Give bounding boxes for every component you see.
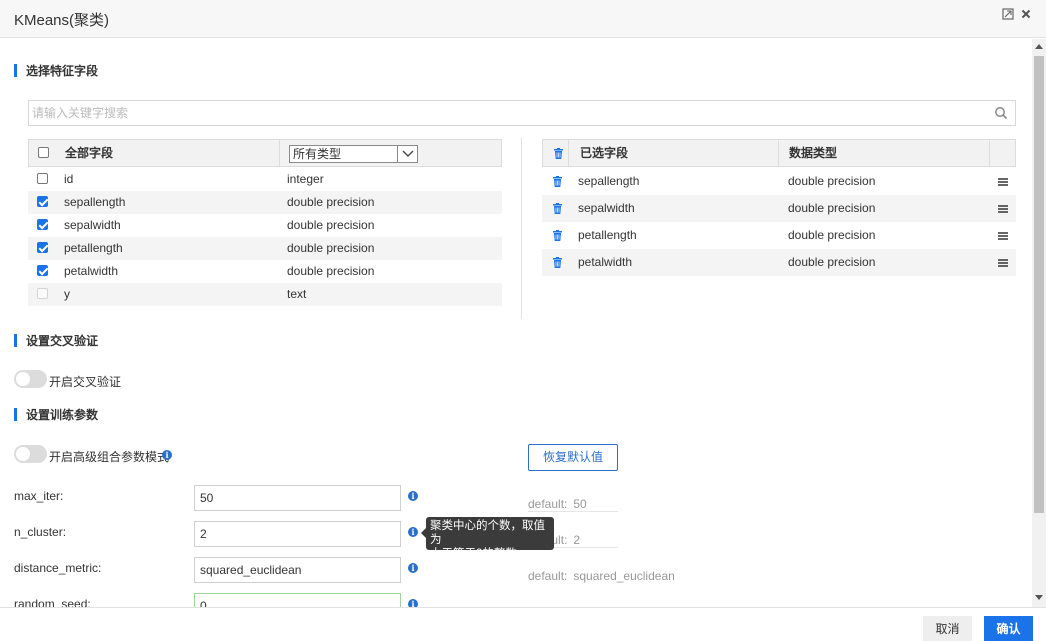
section-title-features: 选择特征字段: [14, 64, 98, 78]
field-checkbox-id[interactable]: [37, 173, 48, 184]
field-name: sepalwidth: [64, 218, 121, 232]
selected-row-sepallength: sepallength double precision: [542, 168, 1016, 195]
selected-row-petallength: petallength double precision: [542, 222, 1016, 249]
drag-handle-icon[interactable]: [998, 205, 1008, 213]
n-cluster-tooltip: 聚类中心的个数，取值为 大于等于2的整数: [421, 517, 554, 560]
scrollbar-thumb[interactable]: [1034, 56, 1044, 513]
field-type: integer: [287, 172, 324, 186]
field-name: id: [64, 172, 74, 186]
trash-icon[interactable]: [553, 257, 562, 268]
field-checkbox-petalwidth[interactable]: [37, 265, 48, 276]
field-name: petallength: [64, 241, 123, 255]
field-type: double precision: [287, 218, 375, 232]
selected-field-name: petalwidth: [578, 255, 633, 269]
field-name: y: [64, 287, 70, 301]
field-row-petalwidth[interactable]: petalwidth double precision: [28, 260, 502, 283]
field-type: double precision: [287, 195, 375, 209]
section-title-cv: 设置交叉验证: [14, 334, 98, 348]
selected-field-name: petallength: [578, 228, 637, 242]
maximize-icon[interactable]: [1001, 8, 1015, 22]
dialog-footer: 取消 确认: [0, 607, 1046, 641]
cv-toggle[interactable]: [14, 370, 47, 388]
n-cluster-input[interactable]: [194, 521, 401, 547]
distance-metric-input[interactable]: [194, 557, 401, 583]
select-all-checkbox[interactable]: [38, 147, 49, 158]
info-icon[interactable]: i: [408, 491, 418, 501]
field-name: sepallength: [64, 195, 126, 209]
table-divider: [521, 138, 522, 319]
default-max-iter: default: 50: [528, 497, 587, 511]
field-type: double precision: [287, 264, 375, 278]
scroll-up-icon[interactable]: [1035, 44, 1043, 49]
param-label-max-iter: max_iter:: [14, 489, 64, 503]
drag-handle-icon[interactable]: [998, 178, 1008, 186]
field-checkbox-petallength[interactable]: [37, 242, 48, 253]
selected-row-petalwidth: petalwidth double precision: [542, 249, 1016, 276]
trash-icon[interactable]: [553, 203, 562, 214]
field-checkbox-sepalwidth[interactable]: [37, 219, 48, 230]
cv-toggle-label: 开启交叉验证: [49, 375, 122, 389]
field-row-y: y text: [28, 283, 502, 306]
param-label-random-seed: random_seed:: [14, 597, 91, 607]
field-type: text: [287, 287, 307, 301]
selected-field-type: double precision: [788, 174, 876, 188]
selected-fields-header-label: 已选字段: [580, 146, 629, 160]
type-filter-value: 所有类型: [293, 147, 342, 161]
field-row-id[interactable]: id integer: [28, 168, 502, 191]
drag-handle-icon[interactable]: [998, 232, 1008, 240]
all-fields-header-label: 全部字段: [65, 146, 114, 160]
section-title-train: 设置训练参数: [14, 408, 98, 422]
dialog-body: 选择特征字段 全部字段 所有类型 id integer sepallength …: [0, 39, 1032, 607]
dialog-titlebar: KMeans(聚类): [0, 0, 1046, 38]
cancel-button[interactable]: 取消: [923, 616, 972, 641]
field-type: double precision: [287, 241, 375, 255]
vertical-scrollbar[interactable]: [1032, 39, 1046, 607]
confirm-button[interactable]: 确认: [984, 616, 1033, 641]
param-label-distance-metric: distance_metric:: [14, 561, 102, 575]
data-type-header-label: 数据类型: [789, 146, 838, 160]
drag-handle-icon[interactable]: [998, 259, 1008, 267]
scroll-down-icon[interactable]: [1035, 595, 1043, 600]
advanced-mode-toggle[interactable]: [14, 445, 47, 463]
trash-icon[interactable]: [553, 176, 562, 187]
selected-row-sepalwidth: sepalwidth double precision: [542, 195, 1016, 222]
default-distance-metric: default: squared_euclidean: [528, 569, 675, 583]
search-box: [28, 100, 1016, 126]
selected-field-type: double precision: [788, 255, 876, 269]
selected-field-type: double precision: [788, 228, 876, 242]
param-label-n-cluster: n_cluster:: [14, 525, 67, 539]
close-icon[interactable]: [1019, 8, 1033, 22]
dialog-title: KMeans(聚类): [14, 12, 110, 29]
selected-field-name: sepallength: [578, 174, 640, 188]
selected-field-name: sepalwidth: [578, 201, 635, 215]
field-search-input[interactable]: [29, 101, 979, 125]
search-icon[interactable]: [994, 106, 1008, 120]
field-row-sepalwidth[interactable]: sepalwidth double precision: [28, 214, 502, 237]
all-fields-header: 全部字段 所有类型: [28, 139, 502, 167]
field-checkbox-sepallength[interactable]: [37, 196, 48, 207]
trash-all-icon[interactable]: [554, 148, 563, 159]
selected-field-type: double precision: [788, 201, 876, 215]
type-filter-select[interactable]: 所有类型: [289, 145, 418, 163]
field-row-petallength[interactable]: petallength double precision: [28, 237, 502, 260]
info-icon[interactable]: i: [408, 599, 418, 607]
max-iter-input[interactable]: [194, 485, 401, 511]
reset-default-button[interactable]: 恢复默认值: [528, 444, 618, 471]
random-seed-input[interactable]: [194, 593, 401, 607]
field-checkbox-y: [37, 288, 48, 299]
field-row-sepallength[interactable]: sepallength double precision: [28, 191, 502, 214]
chevron-down-icon: [397, 146, 417, 162]
selected-fields-header: 已选字段 数据类型: [542, 139, 1016, 167]
info-icon[interactable]: i: [408, 527, 418, 537]
trash-icon[interactable]: [553, 230, 562, 241]
info-icon[interactable]: i: [408, 563, 418, 573]
field-name: petalwidth: [64, 264, 119, 278]
info-icon[interactable]: i: [162, 450, 172, 460]
advanced-mode-label: 开启高级组合参数模式: [49, 450, 170, 464]
